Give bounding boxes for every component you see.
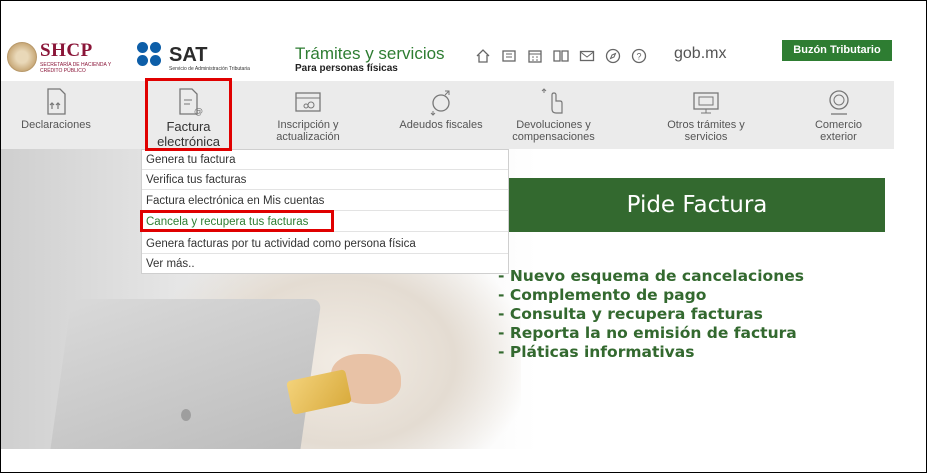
menu-item-actividad-persona-fisica[interactable]: Genera facturas por tu actividad como pe…: [142, 234, 508, 254]
comercio-icon: [828, 90, 849, 115]
nav-label-declaraciones: Declaraciones: [21, 119, 91, 131]
home-icon[interactable]: [475, 48, 491, 64]
nav-label-inscripcion: Inscripción y actualización: [276, 119, 340, 143]
hero-bullet: - Consulta y recupera facturas: [498, 305, 763, 323]
shcp-logo-text: SHCP: [40, 40, 93, 61]
page-subtitle: Para personas físicas: [295, 63, 398, 74]
inscripcion-icon: [295, 92, 321, 112]
sat-logo-subtitle: Servicio de Administración Tributaria: [169, 66, 250, 72]
otros-icon: [693, 92, 719, 114]
nav-label-devoluciones: Devoluciones y compensaciones: [512, 119, 595, 143]
site-header: SHCP SECRETARÍA DE HACIENDA Y CRÉDITO PÚ…: [1, 36, 894, 80]
buzon-tributario-button[interactable]: Buzón Tributario: [782, 40, 892, 61]
devoluciones-icon: [541, 88, 563, 114]
nav-item-comercio[interactable]: Comercio exterior: [791, 81, 886, 149]
laptop-logo-icon: [181, 409, 191, 421]
shcp-logo-subtitle: SECRETARÍA DE HACIENDA Y CRÉDITO PÚBLICO: [40, 62, 112, 74]
adeudos-icon: [430, 90, 450, 116]
book-icon[interactable]: [553, 48, 569, 64]
pide-factura-title: Pide Factura: [626, 192, 768, 218]
nav-item-declaraciones[interactable]: Declaraciones: [1, 81, 111, 149]
page-title: Trámites y servicios: [295, 44, 445, 63]
hero-bullet: - Nuevo esquema de cancelaciones: [498, 267, 804, 285]
header-icon-bar: ?: [475, 48, 647, 68]
menu-item-verifica-facturas[interactable]: Verifica tus facturas: [142, 170, 508, 190]
hero-bullet: - Pláticas informativas: [498, 343, 695, 361]
laptop-image: [50, 299, 322, 449]
svg-text:?: ?: [636, 52, 641, 62]
sat-logo-text: SAT: [169, 44, 208, 66]
nav-label-comercio: Comercio exterior: [814, 119, 863, 143]
document-icon[interactable]: [501, 48, 517, 64]
mail-icon[interactable]: [579, 48, 595, 64]
menu-item-mis-cuentas[interactable]: Factura electrónica en Mis cuentas: [142, 191, 508, 211]
hero-bullet: - Complemento de pago: [498, 286, 707, 304]
sat-dots-icon: [137, 42, 167, 68]
main-nav: Declaraciones @ Factura electrónica Insc…: [1, 81, 894, 149]
hero-bullet: - Reporta la no emisión de factura: [498, 324, 797, 342]
declaraciones-icon: [47, 88, 66, 115]
hero-bullet-list: - Nuevo esquema de cancelaciones - Compl…: [498, 267, 858, 362]
shcp-seal-icon: [7, 42, 37, 72]
nav-item-devoluciones[interactable]: Devoluciones y compensaciones: [486, 81, 621, 149]
screenshot-frame: SHCP SECRETARÍA DE HACIENDA Y CRÉDITO PÚ…: [0, 0, 927, 473]
pide-factura-banner[interactable]: Pide Factura: [509, 178, 885, 232]
highlight-box-factura-nav: [145, 78, 232, 151]
nav-item-inscripcion[interactable]: Inscripción y actualización: [258, 81, 358, 149]
highlight-box-cancela-item: [140, 210, 334, 232]
menu-item-ver-mas[interactable]: Ver más..: [142, 254, 508, 274]
nav-label-otros: Otros trámites y servicios: [667, 119, 745, 143]
gob-link[interactable]: gob.mx: [674, 45, 726, 63]
menu-item-genera-factura[interactable]: Genera tu factura: [142, 150, 508, 170]
nav-item-adeudos[interactable]: Adeudos fiscales: [396, 81, 486, 149]
shcp-logo[interactable]: SHCP SECRETARÍA DE HACIENDA Y CRÉDITO PÚ…: [7, 40, 117, 74]
help-icon[interactable]: ?: [631, 48, 647, 64]
compass-icon[interactable]: [605, 48, 621, 64]
calendar-icon[interactable]: [527, 48, 543, 64]
nav-item-otros[interactable]: Otros trámites y servicios: [656, 81, 756, 149]
nav-label-adeudos: Adeudos fiscales: [399, 119, 483, 131]
sat-logo[interactable]: SAT Servicio de Administración Tributari…: [137, 42, 277, 74]
